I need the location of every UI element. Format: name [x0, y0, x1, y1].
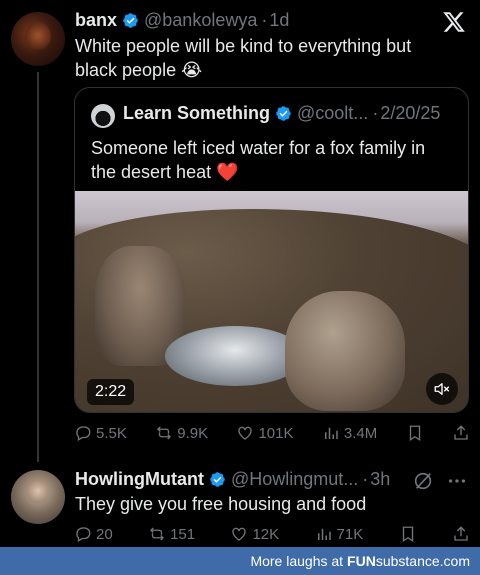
bookmark-button[interactable] [399, 525, 417, 543]
views-button[interactable]: 71K [315, 525, 364, 543]
verified-icon [123, 13, 138, 28]
timestamp[interactable]: 1d [269, 10, 289, 31]
separator-dot: · [372, 103, 379, 123]
retweet-icon [157, 426, 172, 440]
quoted-tweet[interactable]: Learn Something @coolt... · 2/20/25 Some… [74, 87, 469, 413]
share-icon [454, 526, 468, 541]
retweet-button[interactable]: 9.9K [155, 424, 208, 442]
reply-text: They give you free housing and food [75, 494, 367, 514]
reply-actions: 20 151 12K 71K [74, 525, 470, 543]
watermark-footer: More laughs at FUNsubstance.com [0, 547, 480, 575]
tweet-header: banx @bankolewya · 1d [75, 10, 289, 31]
reply-count: 20 [96, 525, 113, 543]
reply-author-handle[interactable]: @Howlingmut... [231, 469, 358, 490]
footer-brand-rest: substance [375, 553, 440, 569]
reply-button[interactable]: 5.5K [74, 424, 127, 442]
reply-count: 5.5K [96, 424, 127, 442]
separator-dot: · [362, 469, 369, 489]
like-button[interactable]: 12K [230, 525, 279, 543]
like-count: 12K [252, 525, 280, 543]
bookmark-icon [402, 526, 413, 543]
reply-avatar[interactable] [11, 470, 65, 524]
thread-line [37, 72, 39, 462]
video-frame [285, 291, 405, 411]
bookmark-icon [409, 425, 420, 442]
views-button[interactable]: 3.4M [322, 424, 377, 442]
footer-prefix: More laughs at [250, 553, 344, 569]
footer-suffix: .com [439, 553, 470, 569]
share-button[interactable] [452, 525, 470, 543]
bookmark-button[interactable] [406, 424, 424, 442]
tweet-text: White people will be kind to everything … [75, 36, 412, 80]
grok-icon[interactable] [412, 470, 434, 492]
footer-brand-bold: FUN [347, 553, 376, 569]
quote-header: Learn Something @coolt... · 2/20/25 [123, 103, 440, 124]
video-player[interactable]: 2:22 [75, 191, 468, 412]
retweet-icon [150, 527, 165, 541]
retweet-count: 9.9K [177, 424, 209, 442]
quote-text: Someone left iced water for a fox family… [91, 138, 426, 182]
retweet-button[interactable]: 151 [148, 525, 195, 543]
views-icon [324, 427, 338, 439]
video-duration: 2:22 [87, 379, 135, 405]
reply-author-name[interactable]: HowlingMutant [75, 469, 204, 490]
avatar[interactable] [11, 12, 65, 66]
reply-header: HowlingMutant @Howlingmut... · 3h [75, 469, 390, 490]
verified-icon [276, 106, 291, 121]
quote-author-name[interactable]: Learn Something [123, 103, 270, 124]
views-icon [317, 528, 331, 540]
reply-icon [76, 426, 91, 441]
like-icon [238, 426, 253, 440]
footer-brand: FUNsubstance.com [347, 553, 470, 569]
more-icon[interactable] [446, 470, 468, 492]
view-count: 3.4M [343, 424, 378, 442]
quote-avatar[interactable] [91, 104, 115, 128]
like-count: 101K [258, 424, 294, 442]
author-name[interactable]: banx [75, 10, 117, 31]
reply-timestamp[interactable]: 3h [370, 469, 390, 490]
reply-button[interactable]: 20 [74, 525, 113, 543]
reply-icon [76, 527, 91, 542]
quote-author-handle[interactable]: @coolt... [297, 103, 368, 124]
share-icon [454, 425, 468, 440]
share-button[interactable] [452, 424, 470, 442]
mute-button[interactable] [426, 373, 458, 405]
quote-date[interactable]: 2/20/25 [380, 103, 440, 124]
verified-icon [210, 472, 225, 487]
view-count: 71K [336, 525, 364, 543]
x-logo-icon [443, 12, 465, 32]
tweet-actions: 5.5K 9.9K 101K 3.4M [74, 424, 470, 442]
like-button[interactable]: 101K [236, 424, 294, 442]
author-handle[interactable]: @bankolewya [144, 10, 257, 31]
retweet-count: 151 [170, 525, 196, 543]
separator-dot: · [261, 10, 268, 30]
mute-icon [434, 383, 450, 395]
like-icon [232, 527, 247, 541]
video-frame [165, 326, 305, 386]
